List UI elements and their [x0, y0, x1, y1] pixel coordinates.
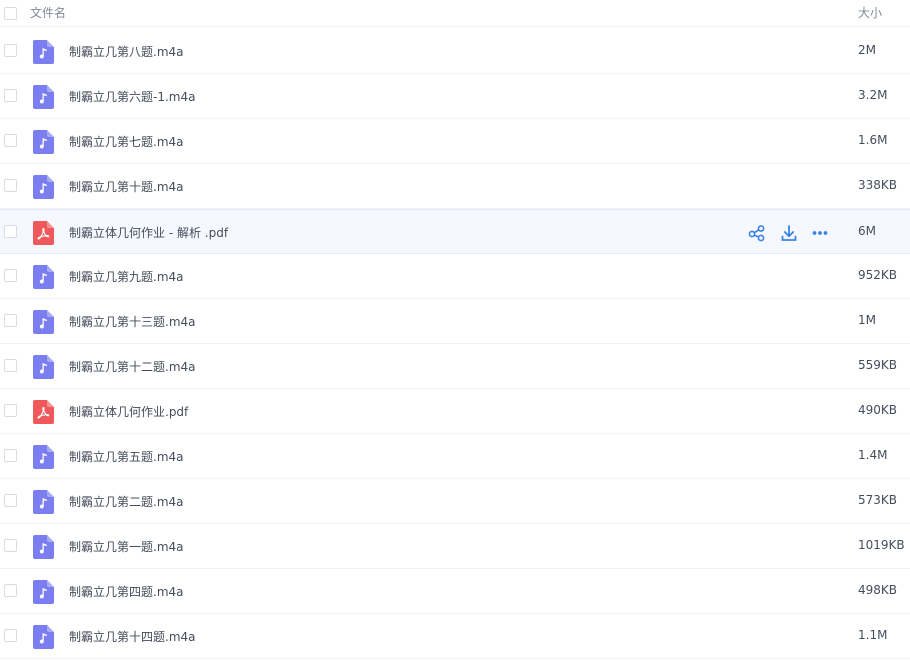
file-name[interactable]: 制霸立几第八题.m4a — [69, 43, 184, 60]
file-name[interactable]: 制霸立几第七题.m4a — [69, 133, 184, 150]
audio-file-icon — [33, 265, 54, 289]
audio-file-icon — [33, 535, 54, 559]
row-checkbox[interactable] — [4, 89, 17, 102]
share-icon[interactable] — [747, 223, 767, 243]
row-checkbox[interactable] — [4, 225, 17, 238]
select-all-checkbox[interactable] — [4, 7, 17, 20]
file-name[interactable]: 制霸立几第十四题.m4a — [69, 628, 196, 645]
file-size: 1.4M — [858, 448, 888, 462]
file-name[interactable]: 制霸立几第十二题.m4a — [69, 358, 196, 375]
row-checkbox[interactable] — [4, 269, 17, 282]
file-name[interactable]: 制霸立几第五题.m4a — [69, 448, 184, 465]
row-checkbox[interactable] — [4, 134, 17, 147]
more-icon[interactable] — [810, 223, 830, 243]
audio-file-icon — [33, 445, 54, 469]
file-row[interactable]: 制霸立几第六题-1.m4a 3.2M — [0, 74, 910, 119]
file-size: 573KB — [858, 493, 898, 507]
column-header-size[interactable]: 大小 — [858, 4, 882, 21]
column-header-name[interactable]: 文件名 — [30, 4, 66, 21]
file-row[interactable]: 制霸立几第八题.m4a 2M — [0, 29, 910, 74]
row-checkbox[interactable] — [4, 449, 17, 462]
row-checkbox[interactable] — [4, 584, 17, 597]
file-size: 498KB — [858, 583, 898, 597]
file-size: 952KB — [858, 268, 898, 282]
file-row[interactable]: 制霸立几第七题.m4a 1.6M — [0, 119, 910, 164]
row-checkbox[interactable] — [4, 359, 17, 372]
pdf-file-icon — [33, 400, 54, 424]
file-size: 490KB — [858, 403, 898, 417]
file-name[interactable]: 制霸立几第六题-1.m4a — [69, 88, 195, 105]
file-row[interactable]: 制霸立体几何作业 - 解析 .pdf 6M — [0, 209, 910, 254]
audio-file-icon — [33, 85, 54, 109]
file-row[interactable]: 制霸立几第二题.m4a 573KB — [0, 479, 910, 524]
row-checkbox[interactable] — [4, 494, 17, 507]
audio-file-icon — [33, 130, 54, 154]
file-row[interactable]: 制霸立体几何作业.pdf 490KB — [0, 389, 910, 434]
file-name[interactable]: 制霸立几第十三题.m4a — [69, 313, 196, 330]
audio-file-icon — [33, 310, 54, 334]
row-checkbox[interactable] — [4, 539, 17, 552]
row-checkbox[interactable] — [4, 404, 17, 417]
audio-file-icon — [33, 175, 54, 199]
audio-file-icon — [33, 580, 54, 604]
row-checkbox[interactable] — [4, 179, 17, 192]
row-checkbox[interactable] — [4, 629, 17, 642]
row-checkbox[interactable] — [4, 314, 17, 327]
file-name[interactable]: 制霸立体几何作业 - 解析 .pdf — [69, 224, 228, 241]
file-size: 1.6M — [858, 133, 888, 147]
file-row[interactable]: 制霸立几第一题.m4a 1019KB — [0, 524, 910, 569]
file-list: 文件名 大小 制霸立几第八题.m4a 2M 制霸立几第六题-1.m4a 3.2M 制霸立… — [0, 0, 910, 661]
file-size: 3.2M — [858, 88, 888, 102]
audio-file-icon — [33, 355, 54, 379]
file-row[interactable]: 制霸立几第十三题.m4a 1M — [0, 299, 910, 344]
file-row[interactable]: 制霸立几第五题.m4a 1.4M — [0, 434, 910, 479]
file-size: 1.1M — [858, 628, 888, 642]
file-name[interactable]: 制霸立几第九题.m4a — [69, 268, 184, 285]
file-row[interactable]: 制霸立几第四题.m4a 498KB — [0, 569, 910, 614]
file-row[interactable]: 制霸立几第十二题.m4a 559KB — [0, 344, 910, 389]
file-size: 2M — [858, 43, 876, 57]
download-icon[interactable] — [779, 223, 799, 243]
file-name[interactable]: 制霸立几第二题.m4a — [69, 493, 184, 510]
file-name[interactable]: 制霸立几第四题.m4a — [69, 583, 184, 600]
pdf-file-icon — [33, 221, 54, 245]
file-rows: 制霸立几第八题.m4a 2M 制霸立几第六题-1.m4a 3.2M 制霸立几第七题.m4… — [0, 29, 910, 659]
file-name[interactable]: 制霸立体几何作业.pdf — [69, 403, 188, 420]
row-checkbox[interactable] — [4, 44, 17, 57]
file-name[interactable]: 制霸立几第一题.m4a — [69, 538, 184, 555]
file-name[interactable]: 制霸立几第十题.m4a — [69, 178, 184, 195]
audio-file-icon — [33, 490, 54, 514]
file-size: 559KB — [858, 358, 898, 372]
file-row[interactable]: 制霸立几第十题.m4a 338KB — [0, 164, 910, 209]
audio-file-icon — [33, 625, 54, 649]
file-list-header: 文件名 大小 — [0, 0, 910, 27]
file-size: 6M — [858, 224, 876, 238]
file-size: 1M — [858, 313, 876, 327]
file-row[interactable]: 制霸立几第十四题.m4a 1.1M — [0, 614, 910, 659]
file-row[interactable]: 制霸立几第九题.m4a 952KB — [0, 254, 910, 299]
audio-file-icon — [33, 40, 54, 64]
file-size: 338KB — [858, 178, 898, 192]
file-size: 1019KB — [858, 538, 905, 552]
